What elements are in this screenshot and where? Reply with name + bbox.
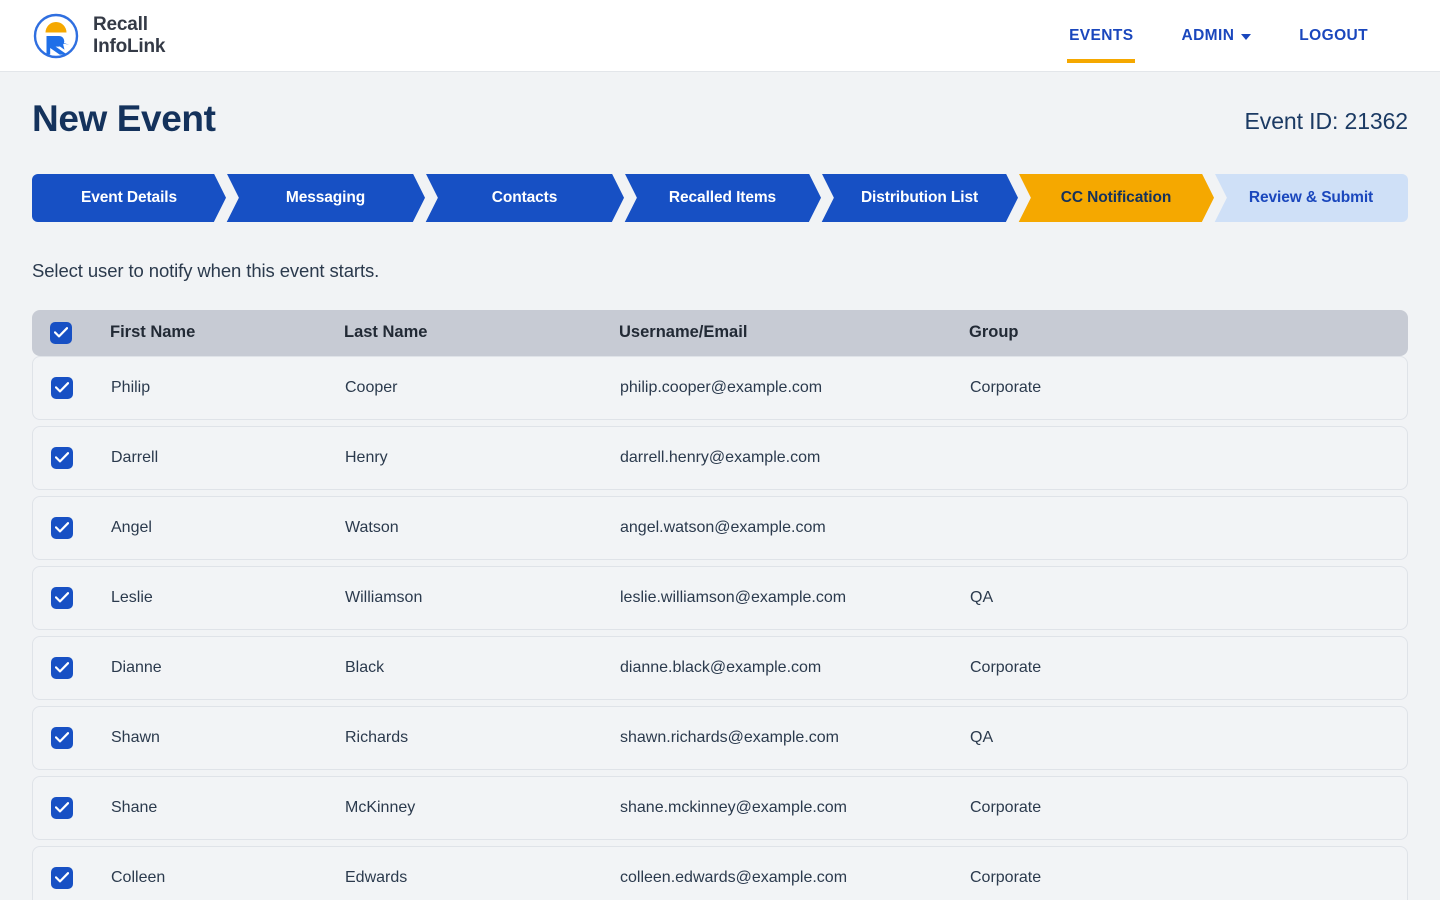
cell-first-name: Colleen [111, 868, 166, 886]
row-checkbox-cell [51, 516, 111, 539]
column-header-first-name[interactable]: First Name [110, 323, 344, 342]
nav-item-admin-label: ADMIN [1181, 26, 1235, 44]
cell-first-name: Darrell [111, 448, 159, 466]
step-cc-notification[interactable]: CC Notification [1018, 173, 1227, 222]
step-contacts[interactable]: Contacts [425, 173, 637, 222]
step-contacts-label: Contacts [491, 188, 558, 206]
cell-last-name: Black [345, 658, 385, 676]
cell-first-name: Shane [111, 798, 158, 816]
cell-group: Corporate [970, 378, 1042, 396]
cell-first-name: Leslie [111, 588, 153, 606]
table-header-row: First Name Last Name Username/Email Grou… [32, 309, 1408, 356]
nav-item-logout[interactable]: LOGOUT [1275, 0, 1392, 71]
brand-name: Recall InfoLink [93, 14, 166, 57]
step-recalled-items[interactable]: Recalled Items [624, 173, 834, 222]
chevron-down-icon [1241, 33, 1252, 40]
row-checkbox[interactable] [51, 516, 73, 539]
cell-first-name: Shawn [111, 728, 160, 746]
table-row[interactable]: Darrell Henry darrell.henry@example.com [32, 425, 1408, 490]
table-row[interactable]: Colleen Edwards colleen.edwards@example.… [32, 845, 1408, 900]
cell-first-name: Dianne [111, 658, 162, 676]
nav-item-admin[interactable]: ADMIN [1157, 0, 1275, 71]
row-checkbox-cell [51, 656, 111, 679]
cell-username: philip.cooper@example.com [620, 378, 823, 396]
row-checkbox-cell [51, 866, 111, 889]
step-review-submit-label: Review & Submit [1248, 188, 1374, 206]
cc-notification-user-table: First Name Last Name Username/Email Grou… [32, 309, 1408, 900]
row-checkbox-cell [51, 446, 111, 469]
row-checkbox[interactable] [51, 656, 73, 679]
cell-last-name: McKinney [345, 798, 416, 816]
cell-group: Corporate [970, 658, 1042, 676]
cell-group: QA [970, 728, 994, 746]
step-recalled-items-label: Recalled Items [668, 188, 777, 206]
page-header: New Event Event ID: 21362 [32, 72, 1408, 148]
progress-stepper: Event Details Messaging Contacts Recalle… [32, 173, 1408, 222]
cell-group: Corporate [970, 798, 1042, 816]
table-row[interactable]: Shane McKinney shane.mckinney@example.co… [32, 775, 1408, 840]
cell-username: shane.mckinney@example.com [620, 798, 848, 816]
column-header-last-name[interactable]: Last Name [344, 323, 619, 342]
step-messaging[interactable]: Messaging [226, 173, 438, 222]
cell-first-name: Philip [111, 378, 151, 396]
row-checkbox[interactable] [51, 376, 73, 399]
cell-username: dianne.black@example.com [620, 658, 822, 676]
row-checkbox[interactable] [51, 726, 73, 749]
step-event-details[interactable]: Event Details [32, 173, 239, 222]
row-checkbox-cell [51, 796, 111, 819]
top-header-bar: Recall InfoLink EVENTS ADMIN LOGOUT [0, 0, 1440, 72]
step-distribution-list[interactable]: Distribution List [821, 173, 1031, 222]
cell-username: angel.watson@example.com [620, 518, 826, 536]
row-checkbox[interactable] [51, 446, 73, 469]
cell-group: QA [970, 588, 994, 606]
cell-username: darrell.henry@example.com [620, 448, 821, 466]
cell-group: Corporate [970, 868, 1042, 886]
instruction-text: Select user to notify when this event st… [32, 259, 380, 281]
table-row[interactable]: Angel Watson angel.watson@example.com [32, 495, 1408, 560]
cell-username: colleen.edwards@example.com [620, 868, 848, 886]
step-distribution-list-label: Distribution List [860, 188, 979, 206]
step-event-details-label: Event Details [80, 188, 178, 206]
nav-item-events[interactable]: EVENTS [1045, 0, 1157, 71]
nav-item-events-label: EVENTS [1069, 26, 1134, 44]
nav-item-logout-label: LOGOUT [1299, 26, 1368, 44]
cell-last-name: Richards [345, 728, 409, 746]
cell-username: leslie.williamson@example.com [620, 588, 847, 606]
recall-infolink-logo-icon [32, 12, 80, 60]
row-checkbox-cell [51, 726, 111, 749]
column-header-group[interactable]: Group [969, 323, 1408, 342]
cell-username: shawn.richards@example.com [620, 728, 839, 746]
step-messaging-label: Messaging [285, 188, 366, 206]
row-checkbox[interactable] [51, 586, 73, 609]
column-header-username[interactable]: Username/Email [619, 323, 969, 342]
table-row[interactable]: Philip Cooper philip.cooper@example.com … [32, 355, 1408, 420]
table-row[interactable]: Leslie Williamson leslie.williamson@exam… [32, 565, 1408, 630]
row-checkbox-cell [51, 586, 111, 609]
cell-first-name: Angel [111, 518, 152, 536]
event-id-label: Event ID: 21362 [1244, 107, 1409, 134]
step-review-submit[interactable]: Review & Submit [1214, 173, 1408, 222]
cell-last-name: Cooper [345, 378, 398, 396]
cell-last-name: Williamson [345, 588, 423, 606]
page-content: New Event Event ID: 21362 Event Details … [0, 72, 1440, 900]
table-row[interactable]: Shawn Richards shawn.richards@example.co… [32, 705, 1408, 770]
row-checkbox[interactable] [51, 796, 73, 819]
row-checkbox-cell [51, 376, 111, 399]
select-all-checkbox[interactable] [50, 321, 72, 344]
cell-last-name: Edwards [345, 868, 408, 886]
row-checkbox[interactable] [51, 866, 73, 889]
page-title: New Event [32, 98, 216, 139]
cell-last-name: Watson [345, 518, 399, 536]
table-row[interactable]: Dianne Black dianne.black@example.com Co… [32, 635, 1408, 700]
select-all-checkbox-cell [50, 321, 110, 344]
brand-logo[interactable]: Recall InfoLink [32, 12, 165, 60]
cell-last-name: Henry [345, 448, 388, 466]
main-navigation: EVENTS ADMIN LOGOUT [1045, 0, 1392, 71]
step-cc-notification-label: CC Notification [1060, 188, 1172, 206]
